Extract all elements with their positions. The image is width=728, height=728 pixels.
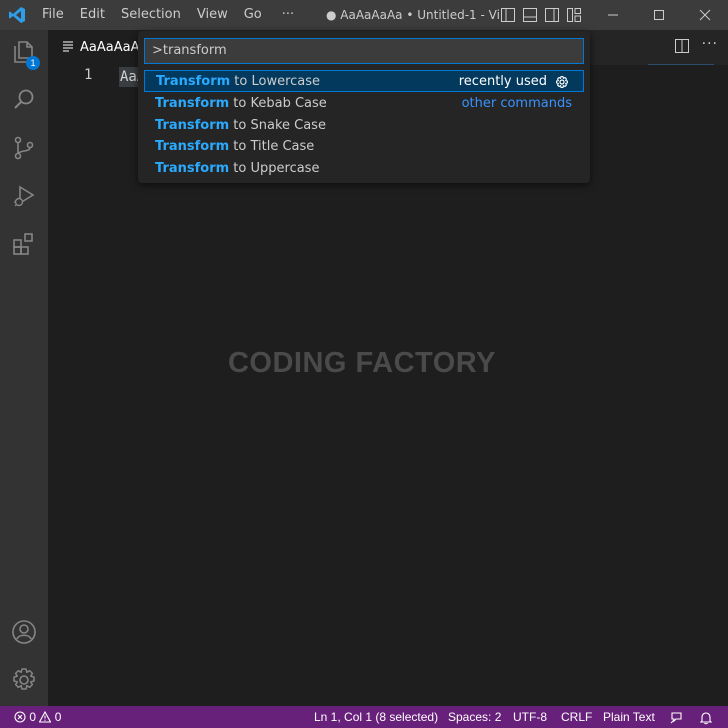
- minimize-button[interactable]: [590, 0, 636, 30]
- command-label: to Uppercase: [229, 161, 320, 176]
- command-item-lowercase[interactable]: Transform to Lowercase recently used: [144, 70, 584, 92]
- error-count: 0: [29, 710, 37, 724]
- manage-button[interactable]: [0, 658, 48, 706]
- maximize-button[interactable]: [636, 0, 682, 30]
- command-item-title-case[interactable]: Transform to Title Case: [144, 136, 584, 158]
- command-palette-input[interactable]: >transform: [144, 38, 584, 64]
- search-button[interactable]: [0, 78, 48, 126]
- feedback-icon[interactable]: [669, 710, 683, 728]
- language-mode[interactable]: Plain Text: [603, 706, 655, 728]
- encoding[interactable]: UTF-8: [513, 706, 547, 728]
- run-debug-icon: [11, 183, 37, 213]
- source-control-icon: [11, 135, 37, 165]
- command-match: Transform: [155, 96, 230, 111]
- text-file-icon: [62, 40, 74, 56]
- more-actions-button[interactable]: ···: [702, 36, 718, 52]
- command-palette: >transform Transform to Lowercase recent…: [138, 31, 590, 183]
- line-number: 1: [84, 67, 93, 83]
- menu-go[interactable]: Go: [236, 0, 270, 30]
- close-button[interactable]: [682, 0, 728, 30]
- menu-more[interactable]: ···: [270, 0, 302, 30]
- command-match: Transform: [155, 139, 230, 154]
- command-label: to Lowercase: [230, 74, 321, 89]
- explorer-badge: 1: [26, 56, 40, 70]
- menu-edit[interactable]: Edit: [72, 0, 113, 30]
- toggle-primary-sidebar-icon[interactable]: [500, 7, 516, 23]
- warning-icon: [38, 710, 52, 724]
- toggle-secondary-sidebar-icon[interactable]: [544, 7, 560, 23]
- watermark: CODING FACTORY: [227, 347, 496, 379]
- source-control-button[interactable]: [0, 126, 48, 174]
- recently-used-label: recently used: [458, 74, 547, 89]
- error-icon: [14, 710, 26, 724]
- command-match: Transform: [155, 118, 230, 133]
- menu-file[interactable]: File: [34, 0, 72, 30]
- command-label: to Kebab Case: [229, 96, 327, 111]
- run-debug-button[interactable]: [0, 174, 48, 222]
- warning-count: 0: [54, 710, 62, 724]
- command-label: to Snake Case: [229, 118, 326, 133]
- extensions-button[interactable]: [0, 222, 48, 270]
- menu-view[interactable]: View: [189, 0, 236, 30]
- gear-icon: [11, 667, 37, 697]
- command-item-kebab-case[interactable]: Transform to Kebab Case other commands: [144, 93, 584, 115]
- menu-bar: File Edit Selection View Go ···: [34, 0, 302, 30]
- command-match: Transform: [155, 161, 230, 176]
- activity-bar: 1: [0, 30, 48, 706]
- indentation[interactable]: Spaces: 2: [448, 706, 501, 728]
- layout-controls: [500, 0, 582, 30]
- command-item-snake-case[interactable]: Transform to Snake Case: [144, 115, 584, 137]
- status-bar: 0 0 Ln 1, Col 1 (8 selected) Spaces: 2 U…: [0, 706, 728, 728]
- customize-layout-icon[interactable]: [566, 7, 582, 23]
- command-match: Transform: [156, 74, 231, 89]
- search-icon: [11, 87, 37, 117]
- extensions-icon: [11, 231, 37, 261]
- problems-indicator[interactable]: 0 0: [14, 706, 61, 728]
- notifications-bell-icon[interactable]: [699, 710, 713, 728]
- accounts-button[interactable]: [0, 610, 48, 658]
- command-item-uppercase[interactable]: Transform to Uppercase: [144, 158, 584, 180]
- vscode-logo-icon: [0, 0, 34, 30]
- toggle-panel-icon[interactable]: [522, 7, 538, 23]
- menu-selection[interactable]: Selection: [113, 0, 189, 30]
- window-title: ● AaAaAaAa • Untitled-1 - Visual Studio …: [326, 8, 500, 22]
- title-bar: File Edit Selection View Go ··· ● AaAaAa…: [0, 0, 728, 30]
- tab-aaaaaaaa[interactable]: AaAaAaAa: [48, 30, 148, 65]
- end-of-line[interactable]: CRLF: [561, 706, 592, 728]
- cursor-position[interactable]: Ln 1, Col 1 (8 selected): [314, 706, 438, 728]
- other-commands-label: other commands: [461, 96, 572, 111]
- split-editor-icon[interactable]: [674, 38, 690, 58]
- explorer-button[interactable]: 1: [0, 30, 48, 78]
- command-label: to Title Case: [229, 139, 315, 154]
- account-icon: [11, 619, 37, 649]
